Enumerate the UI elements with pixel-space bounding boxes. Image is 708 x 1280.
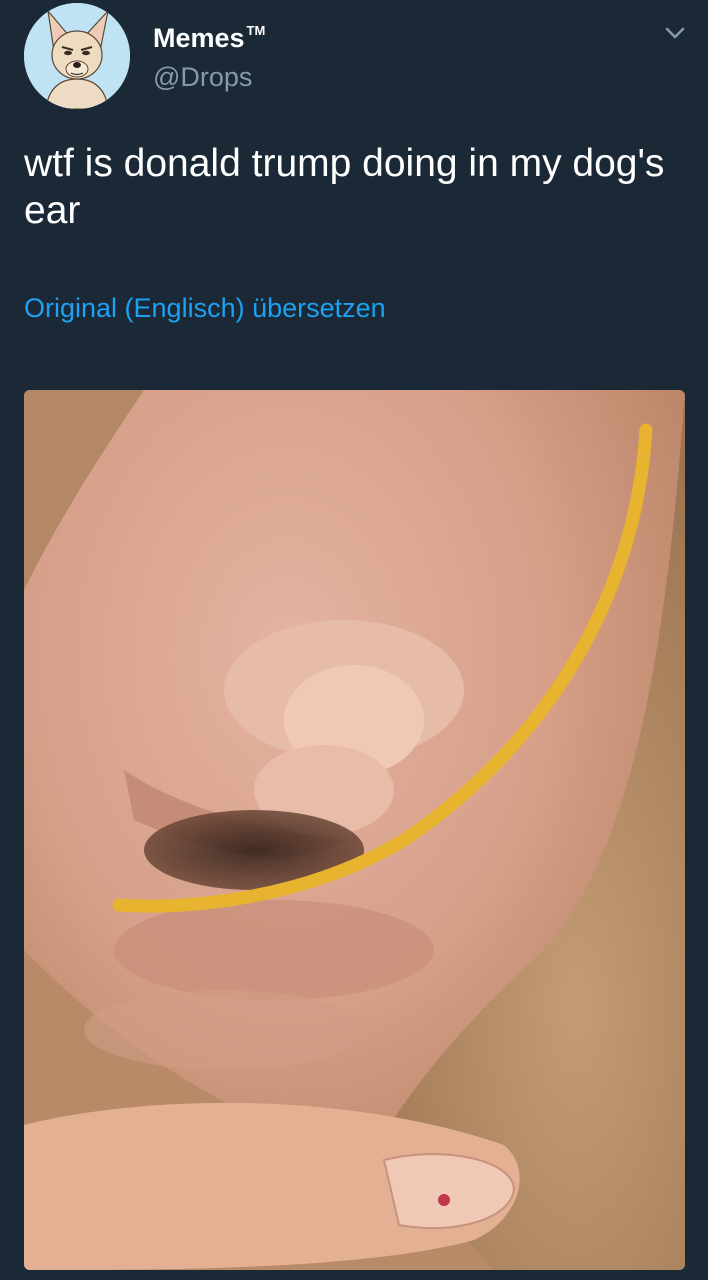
tweet-text: wtf is donald trump doing in my dog's ea… [24,142,665,232]
translate-link[interactable]: Original (Englisch) übersetzen [24,290,386,326]
account-handle[interactable]: @Drops [153,60,252,94]
trademark-symbol: TM [246,23,266,38]
tweet: Memes TM @Drops wtf is donald trump doin… [0,0,708,1280]
tweet-menu-button[interactable] [658,20,692,46]
account-name-row[interactable]: Memes TM [153,22,265,54]
tweet-photo[interactable] [24,390,685,1270]
dog-avatar-icon [24,3,130,109]
display-name[interactable]: Memes [153,22,245,54]
avatar[interactable] [24,3,130,109]
dog-ear-photo [24,390,685,1270]
chevron-down-icon [665,27,685,39]
